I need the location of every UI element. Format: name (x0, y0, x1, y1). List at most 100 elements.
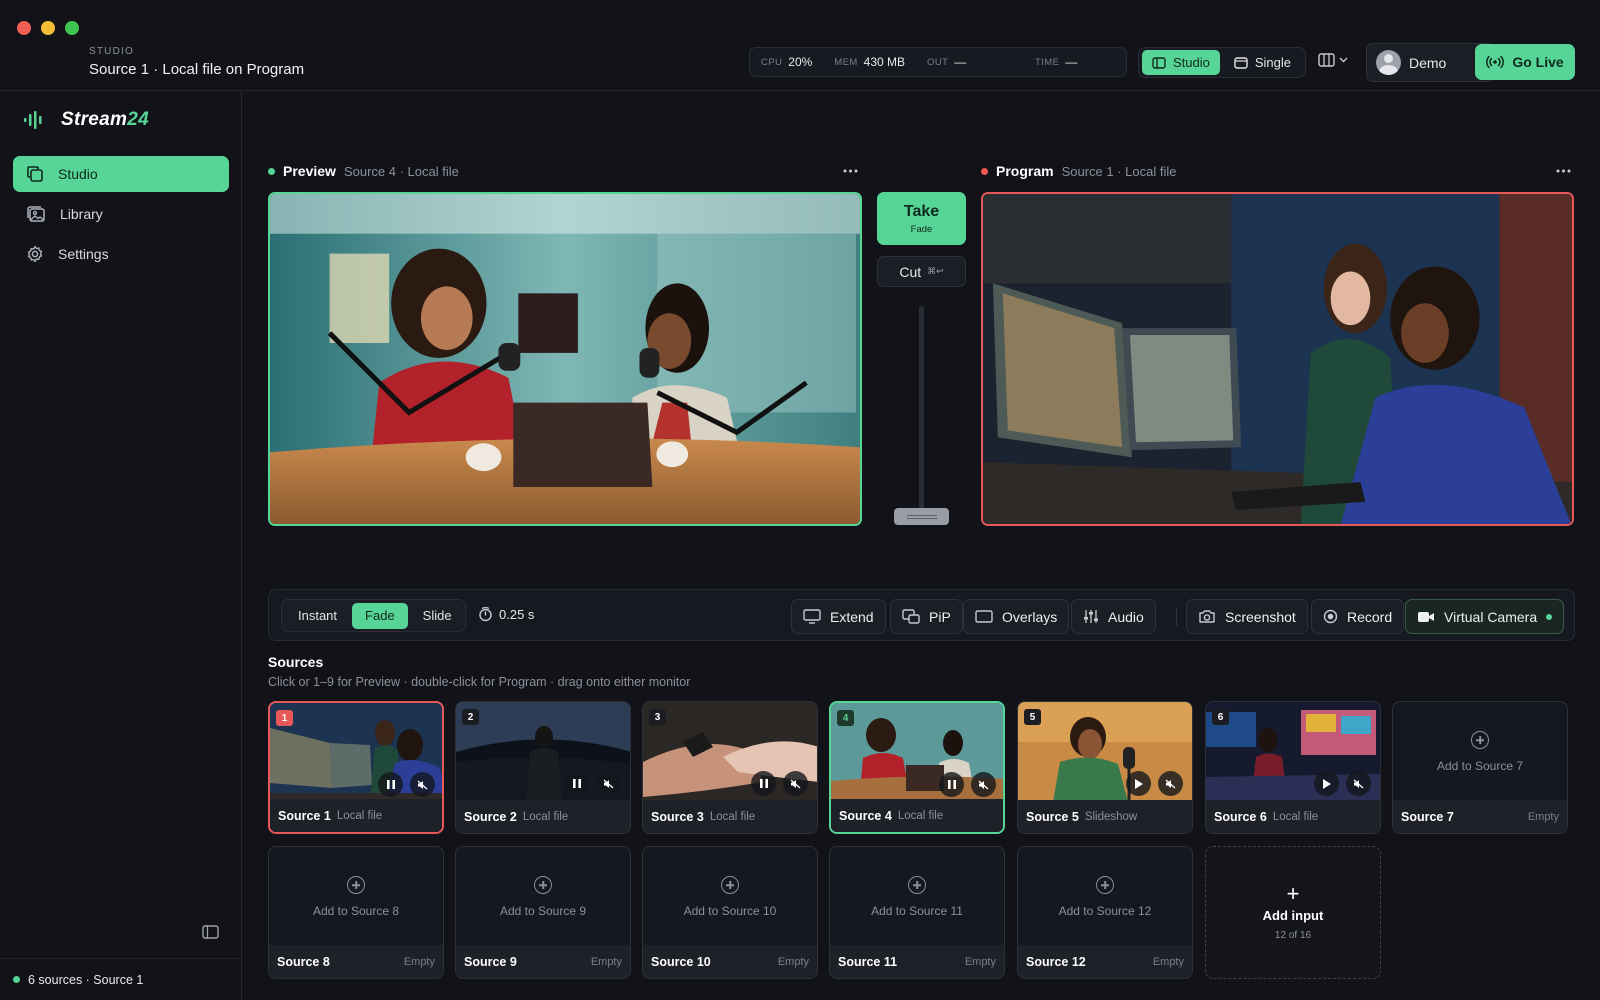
transition-fade-button[interactable]: Fade (352, 602, 408, 629)
sidebar-item-studio[interactable]: Studio (13, 156, 229, 192)
source-card-1[interactable]: 1 Source 1 Local file (268, 701, 444, 834)
window-controls (17, 21, 79, 35)
mute-button[interactable] (783, 771, 808, 796)
cut-label: Cut (899, 263, 922, 280)
source-label: Source 6 Local file (1206, 800, 1380, 833)
take-button[interactable]: Take Fade (877, 192, 966, 245)
pause-icon (759, 779, 768, 788)
add-input-label: Add input (1262, 908, 1324, 923)
sidebar-item-library[interactable]: Library (13, 196, 229, 232)
transition-slide-button[interactable]: Slide (410, 603, 465, 629)
extend-button[interactable]: Extend (791, 599, 886, 634)
program-more-button[interactable] (1556, 160, 1571, 178)
add-source-area[interactable]: Add to Source 8 (269, 847, 443, 947)
source-card-4[interactable]: 4 Source 4 Local file (829, 701, 1005, 834)
transition-type-switch: Instant Fade Slide (281, 599, 466, 632)
source-label: Source 11 Empty (830, 945, 1004, 978)
overlays-button[interactable]: Overlays (963, 599, 1070, 634)
more-horizontal-icon (1556, 169, 1571, 173)
add-input-button[interactable]: + Add input 12 of 16 (1205, 846, 1381, 979)
transition-instant-button[interactable]: Instant (285, 603, 350, 629)
mode-single-button[interactable]: Single (1224, 50, 1301, 75)
sidebar-status-text: 6 sources · Source 1 (28, 972, 144, 987)
source-card-8[interactable]: Add to Source 8 Source 8 Empty (268, 846, 444, 979)
mute-button[interactable] (596, 771, 621, 796)
program-monitor[interactable] (981, 192, 1574, 526)
stat-key: MEM (834, 56, 858, 68)
pause-button[interactable] (939, 772, 964, 797)
mute-button[interactable] (1346, 771, 1371, 796)
extend-label: Extend (830, 608, 874, 625)
t-bar-handle[interactable] (894, 508, 949, 525)
source-label: Source 1 Local file (270, 799, 442, 832)
add-source-area[interactable]: Add to Source 12 (1018, 847, 1192, 947)
program-video-frame (983, 194, 1572, 524)
collapse-sidebar-button[interactable] (202, 925, 219, 942)
zoom-window-button[interactable] (65, 21, 79, 35)
mute-button[interactable] (410, 772, 435, 797)
source-card-5[interactable]: 5 Source 5 Slideshow (1017, 701, 1193, 834)
chevron-down-icon (1339, 57, 1348, 63)
source-card-12[interactable]: Add to Source 12 Source 12 Empty (1017, 846, 1193, 979)
pause-button[interactable] (751, 771, 776, 796)
close-window-button[interactable] (17, 21, 31, 35)
source-number-badge: 2 (462, 709, 479, 725)
add-source-area[interactable]: Add to Source 11 (830, 847, 1004, 947)
brand-name-b: 24 (127, 109, 149, 130)
sidebar: Stream24 Studio Library Settings 6 sourc… (0, 91, 242, 1000)
source-card-3[interactable]: 3 Source 3 Local file (642, 701, 818, 834)
pause-icon (386, 780, 395, 789)
sidebar-item-label: Studio (58, 166, 98, 182)
play-button[interactable] (1314, 771, 1339, 796)
layout-menu-button[interactable] (1318, 53, 1348, 67)
add-source-label: Add to Source 9 (499, 904, 587, 918)
view-mode-switch: Studio Single (1138, 47, 1306, 78)
transition-duration-button[interactable]: 0.25 s (478, 607, 534, 622)
source-label: Source 3 Local file (643, 800, 817, 833)
add-source-label: Add to Source 8 (312, 904, 400, 918)
t-bar-track[interactable] (919, 306, 924, 517)
play-button[interactable] (1126, 771, 1151, 796)
source-card-11[interactable]: Add to Source 11 Source 11 Empty (829, 846, 1005, 979)
pause-button[interactable] (564, 771, 589, 796)
copy-icon (27, 166, 43, 182)
pip-button[interactable]: PiP (890, 599, 963, 634)
preview-monitor[interactable] (268, 192, 862, 526)
sidebar-item-settings[interactable]: Settings (13, 236, 229, 272)
sources-hint: Click or 1–9 for Preview · double-click … (268, 675, 691, 689)
go-live-button[interactable]: Go Live (1475, 44, 1575, 80)
screenshot-button[interactable]: Screenshot (1186, 599, 1308, 634)
add-circle-icon (908, 876, 926, 894)
add-source-area[interactable]: Add to Source 10 (643, 847, 817, 947)
source-type: Local file (897, 809, 944, 822)
add-source-label: Add to Source 10 (683, 904, 777, 918)
preview-more-button[interactable] (843, 160, 858, 178)
add-source-area[interactable]: Add to Source 7 (1393, 702, 1567, 802)
source-name: Source 6 (1214, 809, 1267, 824)
sliders-icon (1084, 610, 1098, 623)
pause-button[interactable] (378, 772, 403, 797)
stat-cpu: CPU 20% (761, 55, 812, 69)
audio-button[interactable]: Audio (1071, 599, 1156, 634)
source-label: Source 9 Empty (456, 945, 630, 978)
mute-button[interactable] (971, 772, 996, 797)
muted-speaker-icon (603, 779, 614, 788)
record-button[interactable]: Record (1311, 599, 1405, 634)
source-card-2[interactable]: 2 Source 2 Local file (455, 701, 631, 834)
source-card-7[interactable]: Add to Source 7 Source 7 Empty (1392, 701, 1568, 834)
cut-button[interactable]: Cut ⌘↩ (877, 256, 966, 287)
source-card-9[interactable]: Add to Source 9 Source 9 Empty (455, 846, 631, 979)
mode-studio-button[interactable]: Studio (1142, 50, 1220, 75)
virtual-camera-button[interactable]: Virtual Camera (1405, 599, 1565, 634)
brand-name-a: Stream (61, 109, 128, 130)
mute-button[interactable] (1158, 771, 1183, 796)
source-state: Empty (403, 955, 435, 968)
timer-icon (479, 607, 492, 622)
source-card-6[interactable]: 6 Source 6 Local file (1205, 701, 1381, 834)
add-source-area[interactable]: Add to Source 9 (456, 847, 630, 947)
source-state: Empty (1152, 955, 1184, 968)
source-card-10[interactable]: Add to Source 10 Source 10 Empty (642, 846, 818, 979)
source-name: Source 10 (651, 954, 711, 969)
program-status-dot (981, 167, 988, 175)
minimize-window-button[interactable] (41, 21, 55, 35)
